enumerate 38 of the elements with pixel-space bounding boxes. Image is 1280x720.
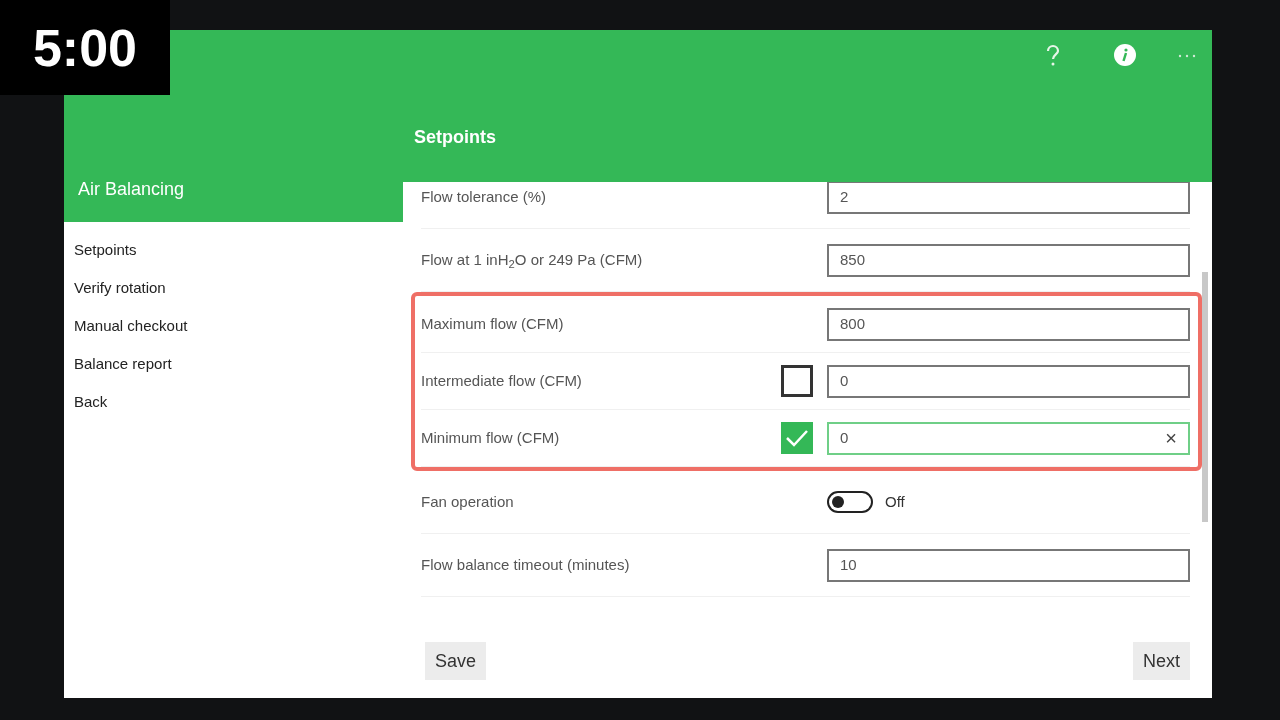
nav-item[interactable]: Manual checkout [64, 307, 403, 345]
nav-item[interactable]: Balance report [64, 345, 403, 383]
nav-item[interactable]: Verify rotation [64, 269, 403, 307]
help-icon[interactable] [1044, 44, 1062, 68]
field-label: Fan operation [421, 491, 515, 512]
input-field[interactable]: 10 [827, 548, 1190, 582]
input-field[interactable]: 0 × [827, 421, 1190, 455]
toggle-state: Off [885, 491, 905, 512]
field-label: Flow at 1 inH$_{2}$O or 249 Pa (CFM) [421, 249, 644, 272]
field-value: 0 [840, 427, 850, 448]
field-label: Minimum flow (CFM) [421, 427, 561, 448]
toggle-switch[interactable] [827, 491, 873, 513]
field-label: Flow tolerance (%) [421, 186, 548, 207]
input-field[interactable]: 0 [827, 364, 1190, 398]
field-value: 0 [840, 370, 850, 391]
nav-item[interactable]: Back [64, 383, 403, 421]
input-field[interactable]: 800 [827, 307, 1190, 341]
field-value: 800 [840, 313, 867, 334]
timer: 5:00 [0, 0, 170, 95]
field-value: 10 [840, 554, 858, 575]
info-icon[interactable] [1114, 44, 1136, 66]
more-icon[interactable] [1178, 54, 1196, 58]
field-label: Flow balance timeout (minutes) [421, 554, 631, 575]
checkbox[interactable] [781, 422, 813, 454]
field-value: 850 [840, 249, 867, 270]
nav-item[interactable]: Setpoints [64, 231, 403, 269]
field-label: Intermediate flow (CFM) [421, 370, 583, 391]
input-field[interactable]: 2 [827, 182, 1190, 214]
clear-button[interactable]: × [1165, 423, 1177, 453]
field-label: Maximum flow (CFM) [421, 313, 565, 334]
checkbox[interactable] [781, 365, 813, 397]
page-title: Setpoints [414, 126, 496, 149]
action-button[interactable]: Save [425, 642, 487, 680]
action-button[interactable]: Next [1133, 642, 1190, 680]
check-icon [785, 428, 809, 448]
field-value: 2 [840, 186, 850, 207]
app-title: Air Balancing [78, 179, 185, 199]
input-field[interactable]: 850 [827, 243, 1190, 277]
